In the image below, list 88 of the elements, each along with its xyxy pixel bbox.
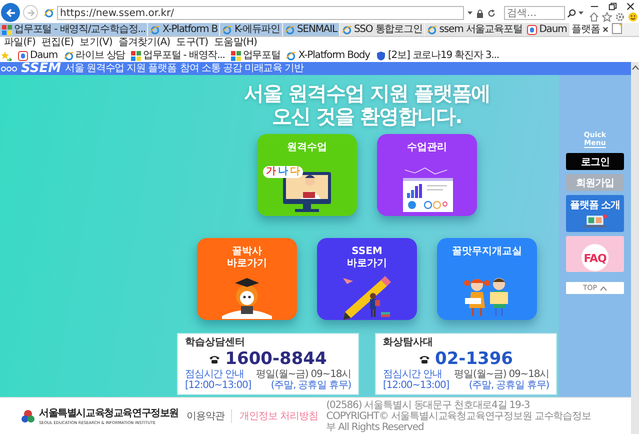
back-button[interactable]: [1, 3, 20, 22]
tagline: 참여 소통 공감 미래교육 기반: [180, 62, 304, 74]
menu-tile[interactable]: 원격수업 가 나 다: [257, 134, 357, 216]
tab-label: K-에듀파인: [234, 23, 280, 36]
org-name: 서울특별시교육청교육연구정보원: [39, 408, 179, 420]
browser-icon: [150, 24, 160, 34]
browser-icon: [285, 24, 295, 34]
browser-tab[interactable]: SENMAIL: [283, 23, 339, 36]
speech-bubble: 가 나 다: [263, 166, 303, 178]
shield-icon: [376, 50, 386, 60]
contact-title: 화상탐사대: [383, 337, 434, 349]
menu-tile[interactable]: SSEM 바로가기: [317, 238, 417, 320]
quick-menu-button[interactable]: 플랫폼 소개: [566, 195, 624, 232]
restore-icon[interactable]: [608, 2, 617, 11]
menu-tile[interactable]: 꿀맛무지개교실: [437, 238, 537, 320]
favorite-link[interactable]: 업무포털: [230, 50, 280, 62]
grid-icon: [230, 50, 241, 60]
address-text: (02586) 서울특별시 동대문구 천호대로4길 19-3: [326, 400, 531, 410]
menu-item[interactable]: 즐겨찾기(A): [118, 37, 170, 49]
tab-label: Daum: [539, 23, 567, 36]
quick-menu-button[interactable]: 로그인: [566, 153, 624, 170]
browser-tab[interactable]: SSO 통합로그인: [340, 23, 424, 36]
browser-icon: [64, 50, 74, 60]
hours-note: 평일(월~금) 09~18시: [256, 369, 351, 380]
quick-menu-button[interactable]: FAQ: [566, 236, 624, 272]
dots-icon: [1, 64, 17, 72]
menu-item[interactable]: 파일(F): [4, 37, 36, 49]
menu-item[interactable]: 도구(T): [176, 37, 208, 49]
menu-item[interactable]: 도움말(H): [214, 37, 258, 49]
browser-tab[interactable]: ssem 서울교육포털: [425, 23, 524, 36]
favorite-link[interactable]: 업무포털 - 배영작...: [131, 50, 225, 62]
contact-title: 학습상담센터: [185, 337, 246, 349]
dropdown-caret-icon[interactable]: [578, 10, 584, 16]
site-icon: [527, 24, 538, 34]
browser-tab[interactable]: Daum: [525, 23, 569, 36]
tab-label: 플랫폼: [572, 23, 600, 36]
browser-icon: [427, 24, 438, 34]
browser-tab[interactable]: 플랫폼: [570, 23, 611, 36]
caret-up-icon: [600, 286, 607, 290]
browser-tab[interactable]: K-에듀파인: [220, 23, 282, 36]
browser-icon: [44, 8, 54, 18]
address-field[interactable]: https://new.ssem.or.kr/: [57, 6, 464, 20]
refresh-icon[interactable]: [487, 8, 496, 18]
phone-number: 02-1396: [434, 349, 514, 369]
copyright-text: COPYRIGHT© 서울특별시교육청교육연구정보원 교수학습정보부 All Rights Reserved: [326, 410, 592, 432]
tab-label: X-Platform B: [162, 23, 218, 36]
grid-icon: [2, 24, 12, 34]
phone-icon: [209, 354, 220, 364]
forward-arrow-icon: [26, 8, 34, 16]
close-icon[interactable]: [602, 26, 609, 33]
favorite-link[interactable]: [2보] 코로나19 확진자 3...: [376, 50, 499, 62]
favorite-link[interactable]: X-Platform Body: [286, 50, 370, 62]
hours-note: (주말, 공휴일 휴무): [270, 380, 351, 391]
browser-icon: [286, 50, 296, 60]
lock-icon: [476, 8, 484, 18]
star-icon[interactable]: [602, 12, 612, 22]
tagline: 서울 원격수업 지원 플랫폼: [65, 62, 176, 74]
favorite-link[interactable]: 라이브 상담: [64, 50, 126, 62]
favorite-link[interactable]: Daum: [18, 50, 58, 62]
dropdown-caret-icon[interactable]: [467, 10, 473, 16]
grid-icon: [131, 50, 142, 60]
browser-tab[interactable]: X-Platform B: [148, 23, 220, 36]
search-icon[interactable]: [567, 8, 576, 18]
lunch-hours-note: 점심시간 안내 [12:00~13:00]: [185, 369, 252, 391]
close-icon[interactable]: [626, 2, 635, 11]
site-logo[interactable]: SSEM: [21, 62, 62, 75]
lunch-hours-note: 점심시간 안내 [12:00~13:00]: [383, 369, 450, 391]
browser-icon: [342, 24, 352, 34]
phone-icon: [418, 354, 430, 364]
browser-icon: [222, 24, 232, 34]
back-arrow-icon: [6, 8, 16, 18]
hours-note: (주말, 공휴일 휴무): [468, 380, 549, 391]
smiley-icon[interactable]: [628, 12, 638, 22]
menu-item[interactable]: 보기(V): [80, 37, 112, 49]
hours-note: 평일(월~금) 09~18시: [454, 369, 549, 380]
phone-number: 1600-8844: [225, 349, 327, 369]
menu-item[interactable]: 편집(E): [42, 37, 74, 49]
tab-label: SENMAIL: [297, 23, 337, 36]
footer-link[interactable]: 이용약관: [186, 409, 232, 423]
tab-label: ssem 서울교육포털: [439, 23, 522, 36]
favorites-star-icon[interactable]: [1, 50, 12, 60]
menu-tile[interactable]: 수업관리: [377, 134, 477, 216]
search-field[interactable]: 검색...: [504, 6, 565, 20]
scrollbar[interactable]: [631, 62, 639, 434]
scroll-up-icon[interactable]: [632, 65, 638, 70]
tab-label: SSO 통합로그인: [354, 23, 422, 36]
emblem-icon: [20, 408, 36, 424]
hero-title: 서울 원격수업 지원 플랫폼에 오신 것을 환영합니다.: [244, 82, 490, 128]
